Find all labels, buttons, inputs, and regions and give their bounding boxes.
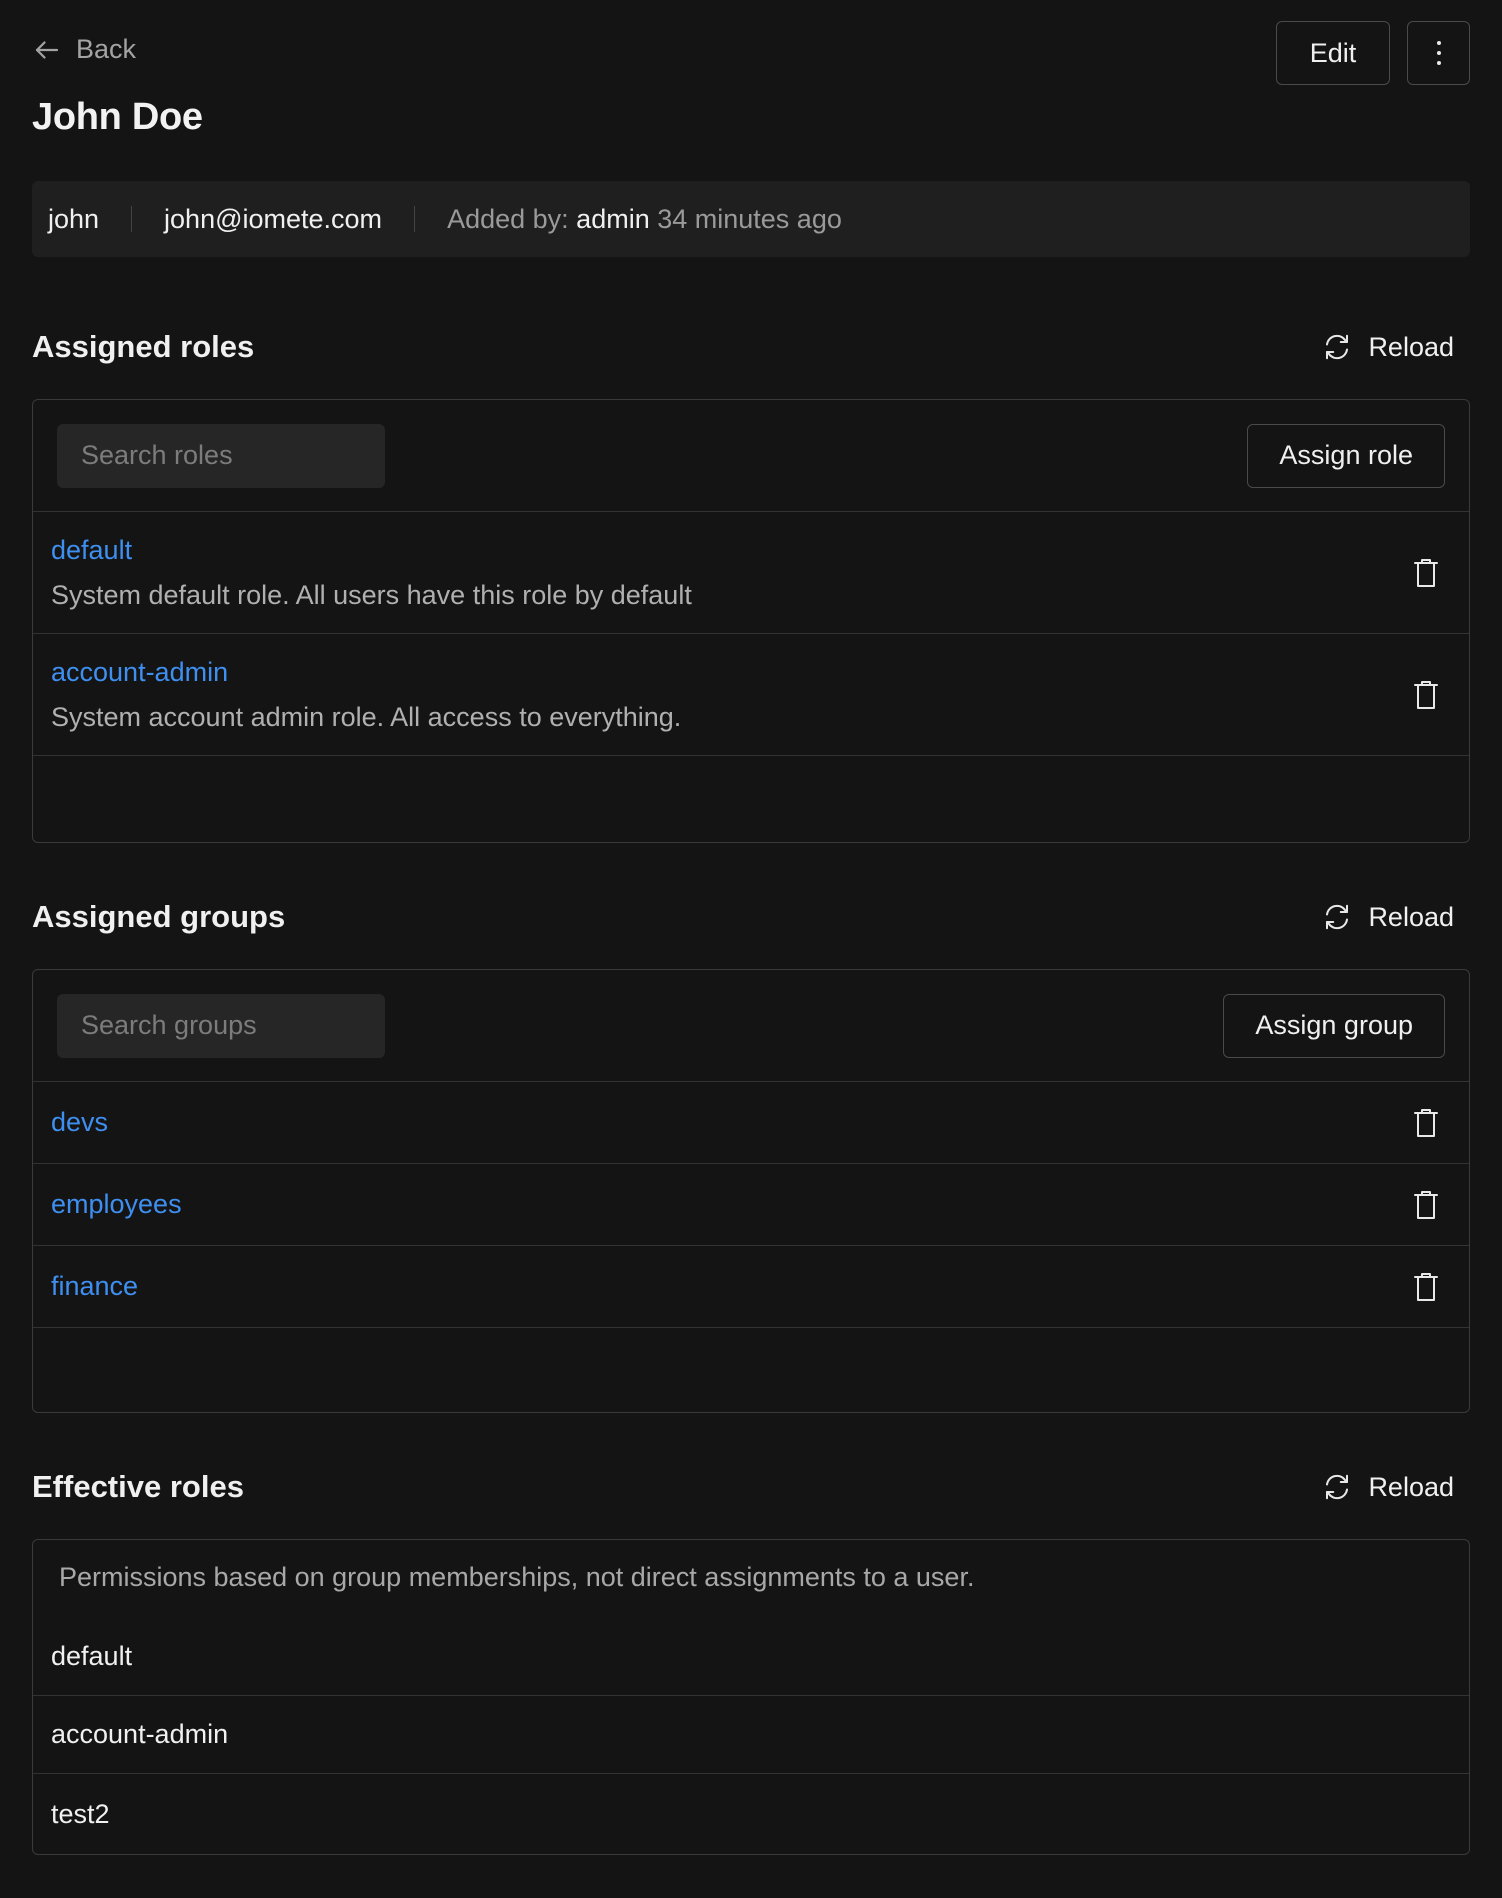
reload-label: Reload <box>1368 1471 1454 1502</box>
refresh-icon <box>1326 904 1349 930</box>
reload-effective-button[interactable]: Reload <box>1322 1472 1454 1503</box>
reload-roles-button[interactable]: Reload <box>1322 332 1454 363</box>
divider <box>414 206 416 232</box>
section-header: Assigned groups Reload <box>32 897 1470 937</box>
added-by-user: admin <box>576 203 650 234</box>
reload-groups-button[interactable]: Reload <box>1322 902 1454 933</box>
empty-space <box>33 756 1469 842</box>
more-vertical-icon <box>1436 41 1441 65</box>
user-detail-page: Back Edit John Doe john john@iomete.com … <box>0 0 1502 1898</box>
group-link[interactable]: finance <box>51 1271 138 1302</box>
empty-space <box>33 1328 1469 1412</box>
trash-icon[interactable] <box>1413 1272 1439 1302</box>
section-header: Effective roles Reload <box>32 1467 1470 1507</box>
effective-roles-note: Permissions based on group memberships, … <box>59 1562 975 1592</box>
effective-role-row: default <box>33 1618 1469 1696</box>
trash-icon[interactable] <box>1413 680 1439 710</box>
refresh-icon <box>1326 1474 1349 1500</box>
roles-card: Assign role default System default role.… <box>32 399 1470 843</box>
more-options-button[interactable] <box>1407 21 1470 85</box>
group-row: employees <box>33 1164 1469 1246</box>
role-description: System account admin role. All access to… <box>51 701 682 732</box>
email: john@iomete.com <box>164 203 383 234</box>
user-info-strip: john john@iomete.com Added by: admin 34 … <box>32 181 1470 257</box>
groups-toolbar: Assign group <box>33 970 1469 1082</box>
arrow-left-icon <box>35 40 59 59</box>
section-title: Assigned roles <box>32 329 255 364</box>
search-groups-input[interactable] <box>57 993 385 1058</box>
reload-label: Reload <box>1368 901 1454 932</box>
page-header: Back Edit <box>32 0 1470 85</box>
effective-roles-section: Effective roles Reload Permissions based… <box>32 1467 1470 1855</box>
assigned-groups-section: Assigned groups Reload Assign group devs <box>32 897 1470 1413</box>
page-title: John Doe <box>32 96 203 138</box>
role-row: account-admin System account admin role.… <box>33 634 1469 756</box>
back-link[interactable]: Back <box>32 34 136 65</box>
group-row: finance <box>33 1246 1469 1328</box>
trash-icon[interactable] <box>1413 1108 1439 1138</box>
header-actions: Edit <box>1276 21 1470 85</box>
search-roles-input[interactable] <box>57 423 385 488</box>
role-link[interactable]: default <box>51 535 692 566</box>
section-title: Effective roles <box>32 1469 244 1504</box>
back-label: Back <box>76 34 137 64</box>
section-title: Assigned groups <box>32 899 286 934</box>
trash-icon[interactable] <box>1413 1190 1439 1220</box>
effective-role-row: test2 <box>51 1798 110 1829</box>
group-row: devs <box>33 1082 1469 1164</box>
role-link[interactable]: account-admin <box>51 657 681 688</box>
role-description: System default role. All users have this… <box>51 579 692 610</box>
added-time: 34 minutes ago <box>657 203 842 234</box>
group-link[interactable]: devs <box>51 1107 108 1138</box>
added-by-label: Added by: <box>447 203 569 234</box>
refresh-icon <box>1326 334 1349 360</box>
trash-icon[interactable] <box>1413 558 1439 588</box>
username: john <box>48 203 100 234</box>
assigned-roles-section: Assigned roles Reload Assign role defaul… <box>32 327 1470 843</box>
role-row: default System default role. All users h… <box>33 512 1469 634</box>
effective-roles-card: Permissions based on group memberships, … <box>32 1539 1470 1855</box>
roles-toolbar: Assign role <box>33 400 1469 512</box>
section-header: Assigned roles Reload <box>32 327 1470 367</box>
assign-group-button[interactable]: Assign group <box>1223 993 1445 1058</box>
assign-role-button[interactable]: Assign role <box>1247 423 1445 488</box>
effective-role-row: account-admin <box>33 1696 1469 1774</box>
groups-card: Assign group devs employees finance <box>32 969 1470 1413</box>
edit-button[interactable]: Edit <box>1276 21 1390 85</box>
reload-label: Reload <box>1368 331 1454 362</box>
divider <box>131 206 133 232</box>
group-link[interactable]: employees <box>51 1189 182 1220</box>
